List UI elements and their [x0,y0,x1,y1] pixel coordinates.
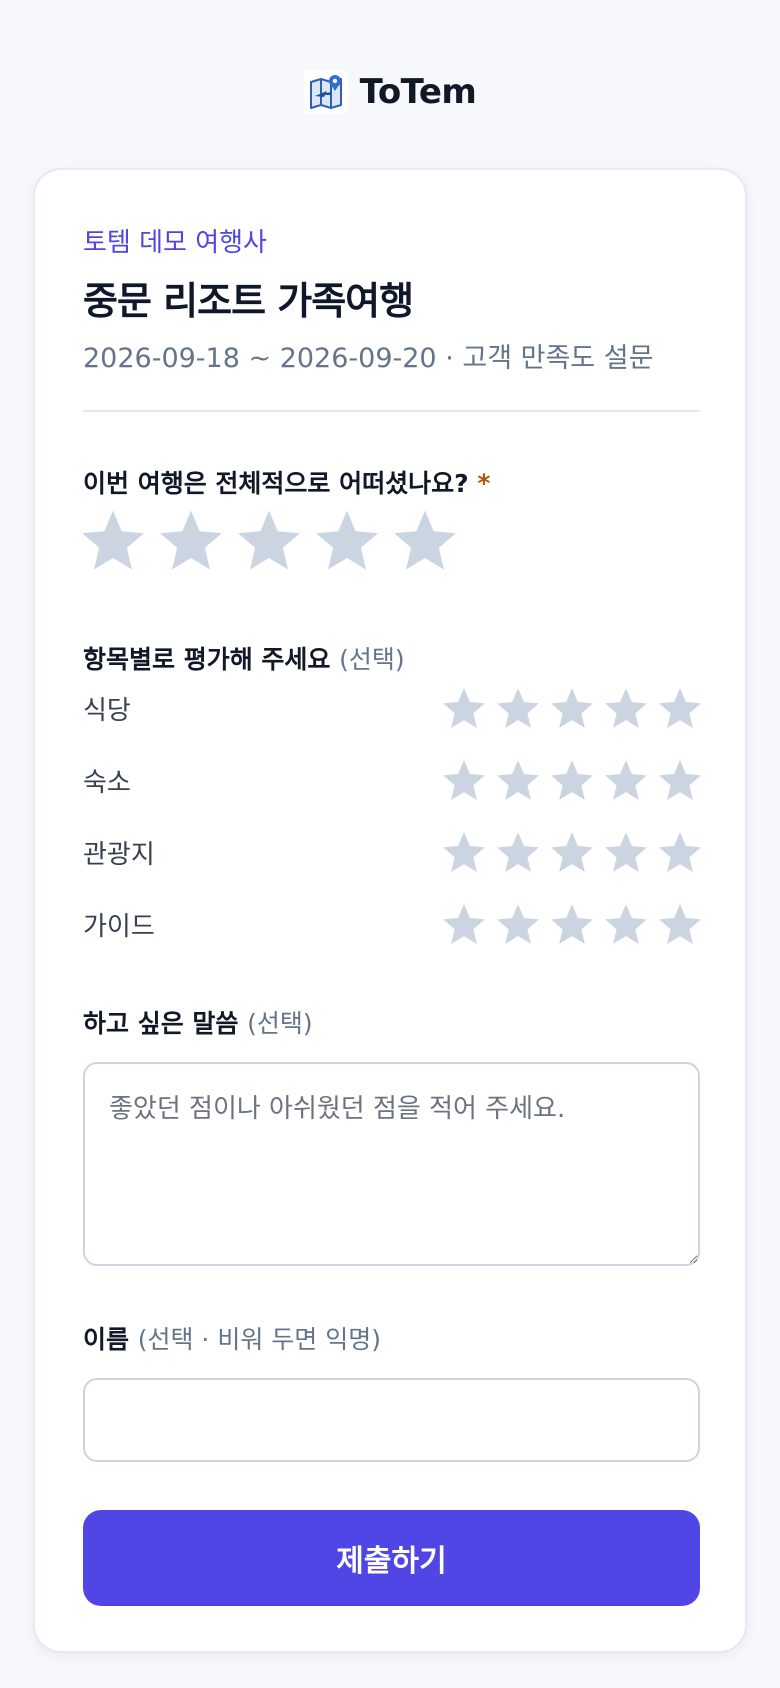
brand-name: ToTem [359,72,477,112]
overall-question: 이번 여행은 전체적으로 어떠셨나요? * [83,464,490,500]
star-icon[interactable] [495,757,541,803]
star-icon[interactable] [549,685,595,731]
submit-button[interactable]: 제출하기 [83,1510,700,1606]
category-question-text: 항목별로 평가해 주세요 [83,645,331,674]
star-icon[interactable] [79,506,147,574]
restaurant-rating [441,685,703,731]
divider [83,410,700,412]
star-icon[interactable] [313,506,381,574]
optional-note: (선택 · 비워 두면 익명) [137,1325,381,1354]
map-pin-plane-icon [303,70,348,114]
overall-rating [79,506,459,574]
name-label-text: 이름 [83,1325,130,1354]
star-icon[interactable] [441,685,487,731]
star-icon[interactable] [603,685,649,731]
star-icon[interactable] [549,757,595,803]
optional-note: (선택) [339,645,405,674]
lodging-rating [441,757,703,803]
star-icon[interactable] [441,901,487,947]
star-icon[interactable] [441,829,487,875]
star-icon[interactable] [391,506,459,574]
rating-row-label: 식당 [83,695,131,726]
overall-question-text: 이번 여행은 전체적으로 어떠셨나요? [83,469,469,498]
star-icon[interactable] [549,829,595,875]
name-input[interactable] [83,1378,700,1462]
required-mark: * [477,469,491,498]
star-icon[interactable] [603,829,649,875]
page-title: 중문 리조트 가족여행 [83,279,414,323]
star-icon[interactable] [657,901,703,947]
agency-name: 토템 데모 여행사 [83,228,267,258]
comment-wrap [83,1062,700,1266]
rating-row-label: 숙소 [83,767,131,798]
name-label: 이름 (선택 · 비워 두면 익명) [83,1320,381,1356]
rating-row-label: 관광지 [83,839,155,870]
optional-note: (선택) [247,1009,313,1038]
star-icon[interactable] [157,506,225,574]
star-icon[interactable] [495,829,541,875]
star-icon[interactable] [657,757,703,803]
comment-label: 하고 싶은 말씀 (선택) [83,1004,313,1040]
rating-row-restaurant: 식당 [83,682,703,734]
star-icon[interactable] [441,757,487,803]
star-icon[interactable] [603,757,649,803]
star-icon[interactable] [495,685,541,731]
attractions-rating [441,829,703,875]
star-icon[interactable] [495,901,541,947]
comment-textarea[interactable] [83,1062,700,1266]
survey-card: 토템 데모 여행사 중문 리조트 가족여행 2026-09-18 ~ 2026-… [33,168,747,1653]
rating-row-guide: 가이드 [83,898,703,950]
rating-row-label: 가이드 [83,911,155,942]
trip-subtitle: 2026-09-18 ~ 2026-09-20 · 고객 만족도 설문 [83,343,654,374]
rating-row-attractions: 관광지 [83,826,703,878]
guide-rating [441,901,703,947]
category-question: 항목별로 평가해 주세요 (선택) [83,640,405,676]
app-header: ToTem [0,68,780,116]
star-icon[interactable] [657,685,703,731]
star-icon[interactable] [235,506,303,574]
star-icon[interactable] [603,901,649,947]
star-icon[interactable] [549,901,595,947]
star-icon[interactable] [657,829,703,875]
comment-label-text: 하고 싶은 말씀 [83,1009,239,1038]
rating-row-lodging: 숙소 [83,754,703,806]
